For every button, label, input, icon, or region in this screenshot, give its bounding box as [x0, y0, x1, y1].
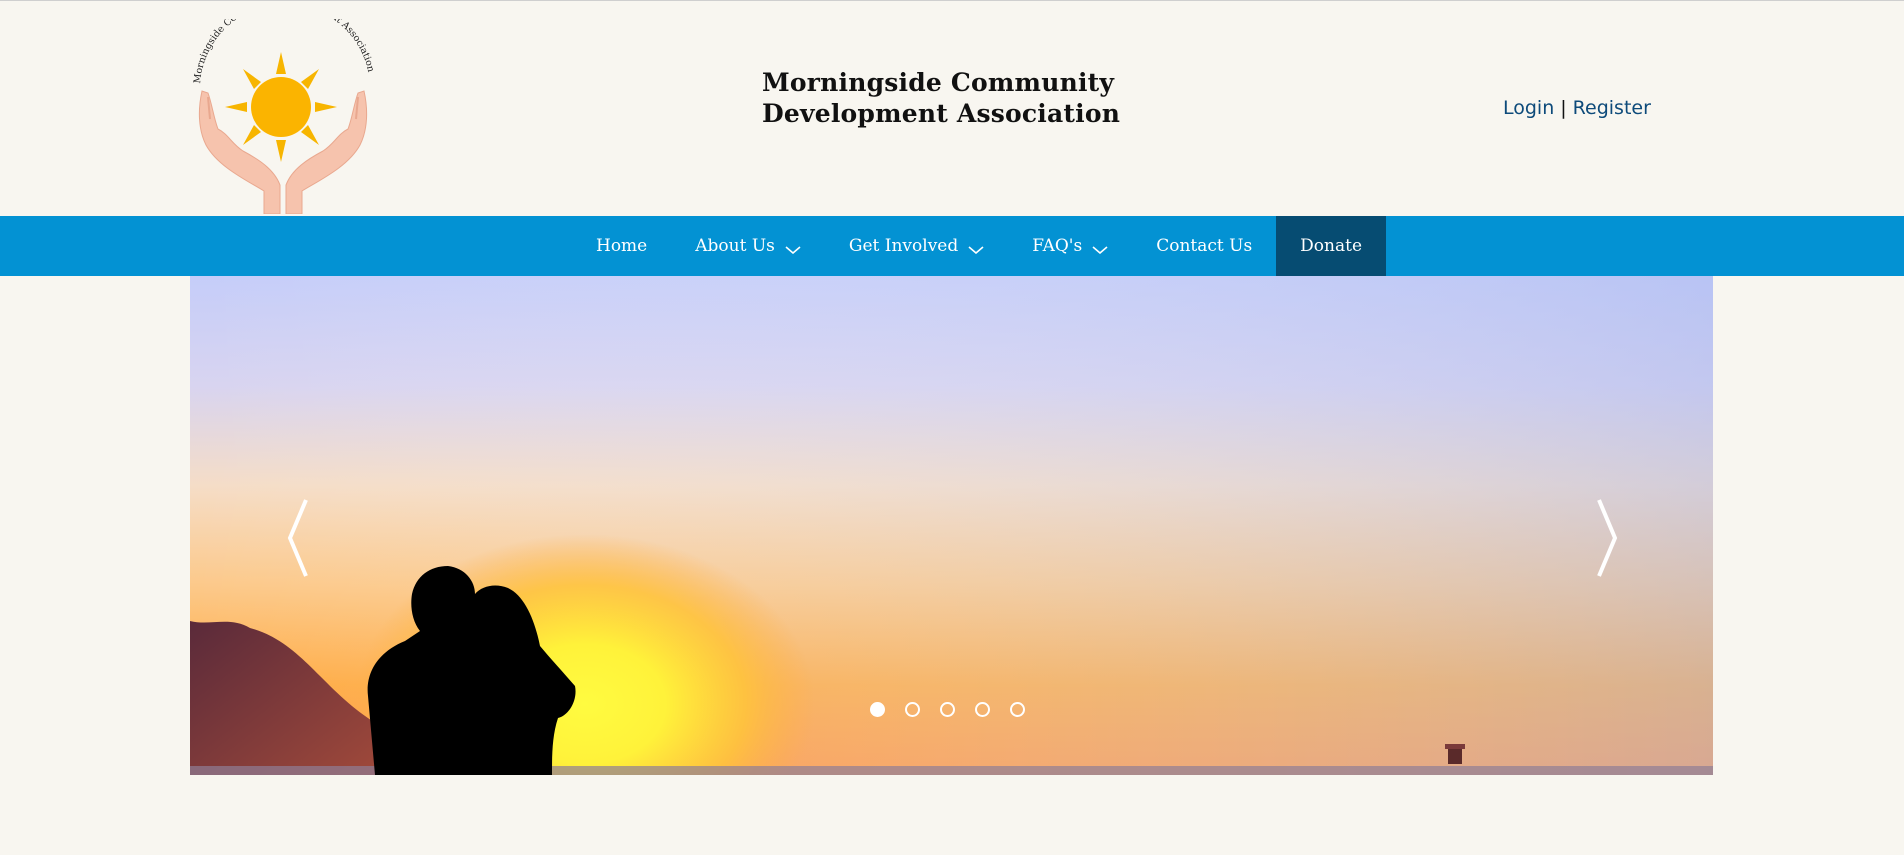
nav-item-about-us[interactable]: About Us [671, 216, 825, 276]
nav-item-label: FAQ's [1032, 236, 1083, 256]
auth-links: Login | Register [1503, 97, 1651, 119]
nav-menu: Home About Us Get Involved FAQ's Contact… [572, 216, 1387, 276]
nav-item-faqs[interactable]: FAQ's [1008, 216, 1132, 276]
logo-text: Morningside Community Development Associ… [192, 0, 376, 84]
slider-pagination [870, 702, 1025, 717]
slider-dot-5[interactable] [1010, 702, 1025, 717]
login-link[interactable]: Login [1503, 97, 1554, 119]
main-nav: Home About Us Get Involved FAQ's Contact… [0, 216, 1904, 276]
chevron-down-icon [1092, 246, 1108, 254]
slider-dot-3[interactable] [940, 702, 955, 717]
nav-item-get-involved[interactable]: Get Involved [825, 216, 1008, 276]
chevron-down-icon [785, 246, 801, 254]
site-logo[interactable]: Morningside Community Development Associ… [188, 0, 378, 215]
nav-item-label: Get Involved [848, 236, 959, 256]
site-title-line2: Development Association [762, 99, 1121, 128]
nav-item-label: Contact Us [1156, 236, 1253, 256]
slider-dot-1[interactable] [870, 702, 885, 717]
nav-item-label: Donate [1300, 236, 1363, 256]
logo-graphic: Morningside Community Development Associ… [192, 0, 376, 215]
chevron-right-icon[interactable] [1585, 498, 1625, 578]
nav-item-label: About Us [695, 236, 775, 256]
chevron-left-icon[interactable] [280, 498, 320, 578]
slide-image [190, 276, 1713, 775]
site-title-line1: Morningside Community [762, 68, 1115, 97]
site-header: Morningside Community Development Associ… [0, 0, 1904, 216]
nav-item-label: Home [596, 236, 648, 256]
hero-slider [190, 276, 1713, 775]
slider-dot-2[interactable] [905, 702, 920, 717]
register-link[interactable]: Register [1573, 97, 1651, 119]
nav-item-contact-us[interactable]: Contact Us [1132, 216, 1276, 276]
nav-item-home[interactable]: Home [572, 216, 671, 276]
nav-item-donate[interactable]: Donate [1276, 216, 1387, 276]
site-title: Morningside Community Development Associ… [762, 67, 1120, 129]
chevron-down-icon [968, 246, 984, 254]
auth-separator: | [1560, 97, 1567, 119]
svg-text:Morningside Community Developm: Morningside Community Development Associ… [192, 19, 376, 84]
page: Morningside Community Development Associ… [0, 0, 1904, 855]
slider-dot-4[interactable] [975, 702, 990, 717]
